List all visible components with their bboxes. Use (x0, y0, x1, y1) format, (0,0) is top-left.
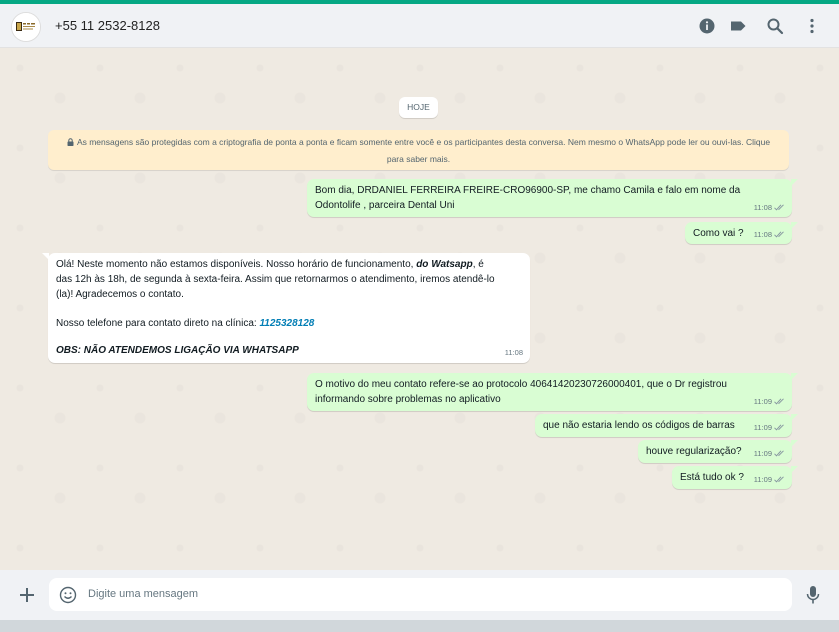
message-obs: OBS: NÃO ATENDEMOS LIGAÇÃO VIA WHATSAPP (56, 345, 299, 356)
read-receipt-icon (774, 450, 786, 457)
message-text-line: Nosso telefone para contato direto na cl… (56, 316, 522, 331)
read-receipt-icon (774, 231, 786, 238)
message-text-line: Olá! Neste momento não estamos disponíve… (56, 257, 522, 272)
search-icon[interactable] (766, 17, 784, 35)
avatar[interactable] (11, 12, 41, 42)
message-bubble-outgoing[interactable]: Como vai ? 11:08 (685, 222, 798, 244)
bubble-tail (791, 414, 798, 421)
message-bubble-incoming[interactable]: Olá! Neste momento não estamos disponíve… (42, 253, 530, 363)
message-text-line: informando sobre problemas no aplicativo (315, 394, 501, 405)
bubble-tail (42, 253, 49, 260)
bottom-strip (0, 620, 839, 632)
message-bubble-outgoing[interactable]: Bom dia, DRDANIEL FERREIRA FREIRE-CRO969… (307, 179, 798, 217)
message-time: 11:09 (753, 423, 772, 432)
plus-icon[interactable] (19, 587, 35, 606)
phone-label: Nosso telefone para contato direto na cl… (56, 318, 260, 329)
date-chip: HOJE (399, 97, 438, 118)
message-time: 11:08 (753, 203, 772, 212)
message-time: 11:09 (753, 475, 772, 484)
chat-area[interactable]: HOJE As mensagens são protegidas com a c… (0, 48, 839, 570)
message-bubble-outgoing[interactable]: que não estaria lendo os códigos de barr… (535, 414, 798, 437)
emoji-icon[interactable] (59, 586, 77, 607)
message-time: 11:09 (753, 449, 772, 458)
read-receipt-icon (774, 476, 786, 483)
read-receipt-icon (774, 204, 786, 211)
logo-icon (12, 13, 40, 41)
message-bubble-outgoing[interactable]: O motivo do meu contato refere-se ao pro… (307, 373, 798, 411)
message-time: 11:08 (504, 348, 523, 357)
message-composer: Digite uma mensagem (0, 570, 839, 620)
message-text-line: que não estaria lendo os códigos de barr… (543, 420, 735, 431)
message-time: 11:09 (753, 397, 772, 406)
message-text: Olá! Neste momento não estamos disponíve… (56, 259, 417, 270)
line-spacer (56, 302, 522, 316)
message-bubble-outgoing[interactable]: Está tudo ok ? 11:09 (672, 466, 798, 489)
microphone-icon[interactable] (806, 585, 820, 608)
info-icon[interactable] (698, 17, 716, 35)
message-text-line: das 12h às 18h, de segunda à sexta-feira… (56, 274, 495, 285)
bubble-tail (791, 222, 798, 229)
message-emphasis: do Watsapp (416, 259, 473, 270)
encryption-notice-text: As mensagens são protegidas com a cripto… (76, 137, 771, 164)
message-text-line: Bom dia, DRDANIEL FERREIRA FREIRE-CRO969… (315, 185, 741, 196)
message-text-line: Odontolife , parceira Dental Uni (315, 200, 455, 211)
chat-header: +55 11 2532-8128 (0, 4, 839, 48)
message-text-line: O motivo do meu contato refere-se ao pro… (315, 379, 727, 390)
menu-icon[interactable] (803, 17, 821, 35)
message-input-placeholder: Digite uma mensagem (88, 588, 199, 600)
read-receipt-icon (774, 424, 786, 431)
message-input[interactable]: Digite uma mensagem (49, 578, 792, 611)
message-time: 11:08 (753, 230, 772, 239)
contact-name[interactable]: +55 11 2532-8128 (55, 18, 160, 33)
lock-icon (67, 135, 74, 151)
label-icon[interactable] (729, 17, 747, 35)
message-text: , é (472, 259, 484, 270)
message-text-line: (la)! Agradecemos o contato. (56, 289, 184, 300)
bubble-tail (791, 373, 798, 380)
bubble-tail (791, 466, 798, 473)
encryption-notice[interactable]: As mensagens são protegidas com a cripto… (48, 130, 789, 170)
phone-link[interactable]: 1125328128 (259, 318, 314, 329)
line-spacer (56, 331, 522, 343)
bubble-tail (791, 440, 798, 447)
message-bubble-outgoing[interactable]: houve regularização? 11:09 (638, 440, 798, 463)
bubble-tail (791, 179, 798, 186)
read-receipt-icon (774, 398, 786, 405)
